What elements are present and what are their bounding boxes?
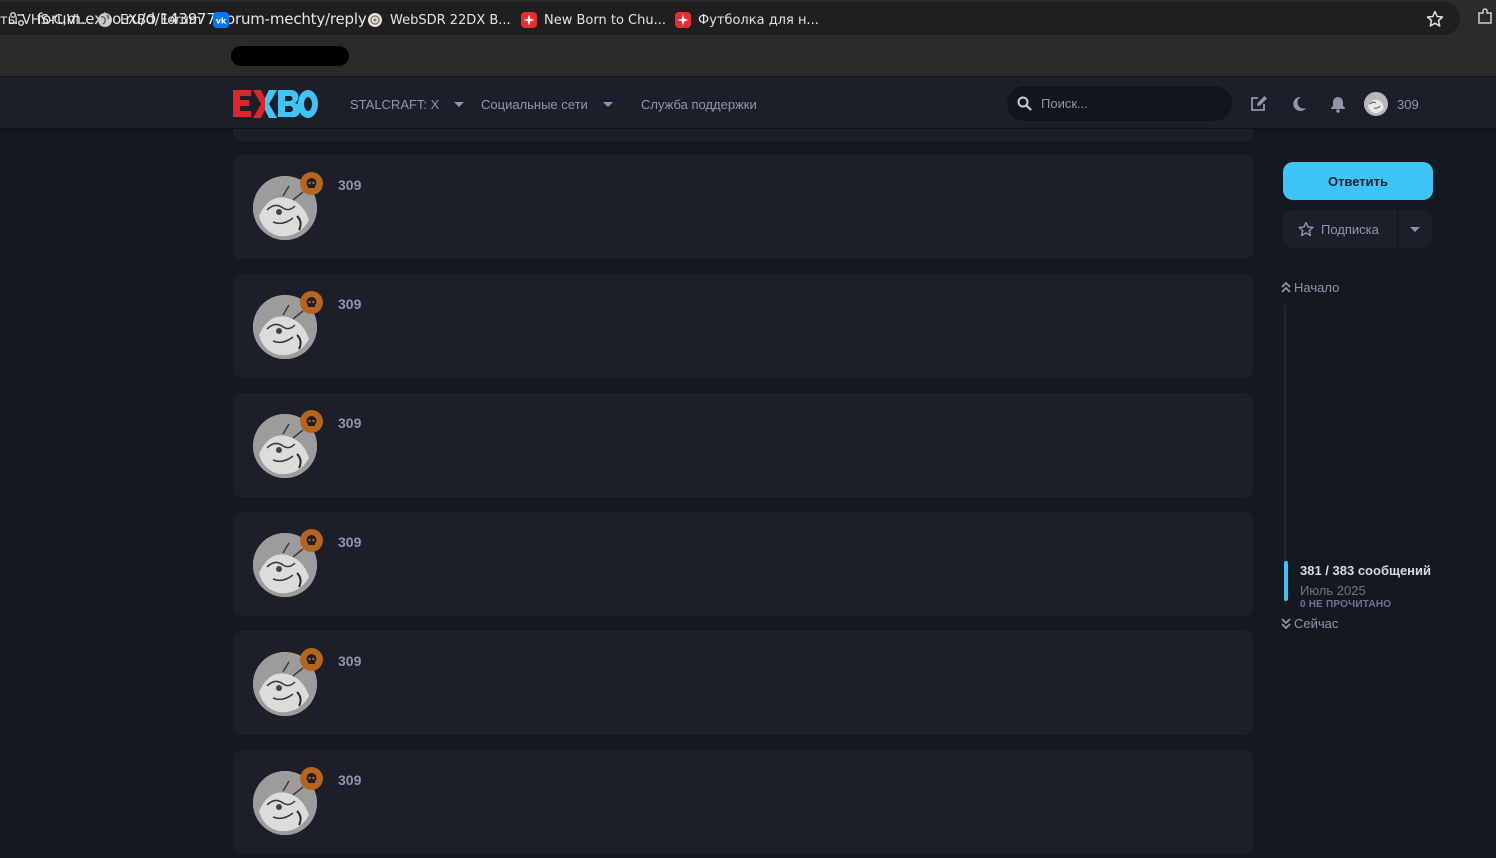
- nav-label: Служба поддержки: [641, 97, 757, 112]
- skull-icon: [306, 654, 317, 664]
- exbo-logo[interactable]: [232, 89, 322, 119]
- post-author[interactable]: 309: [338, 296, 361, 312]
- bookmark-star-icon[interactable]: [1426, 10, 1444, 28]
- chevron-down-icon: [454, 102, 465, 107]
- user-badge[interactable]: [300, 410, 323, 433]
- double-chevron-up-icon: [1281, 282, 1291, 293]
- post-card: 309: [233, 274, 1253, 378]
- reply-button[interactable]: Ответить: [1283, 162, 1433, 200]
- bookmark-websdr[interactable]: WebSDR 22DX B...: [367, 11, 511, 29]
- skull-icon: [306, 535, 317, 545]
- search-icon: [1017, 96, 1032, 111]
- user-badge[interactable]: [300, 172, 323, 195]
- nav-social[interactable]: Социальные сети: [481, 97, 613, 112]
- bookmark-label: New Born to Chu...: [544, 12, 666, 28]
- double-chevron-down-icon: [1281, 618, 1291, 629]
- scrubber-count: 381 / 383 сообщений: [1300, 563, 1432, 578]
- post-card: 309: [233, 393, 1253, 497]
- websdr-icon: [368, 13, 382, 27]
- skull-icon: [306, 416, 317, 426]
- avatar-image: [1364, 92, 1388, 116]
- post-card: 309: [233, 155, 1253, 259]
- moon-icon[interactable]: [1290, 95, 1308, 113]
- search-input[interactable]: [1041, 86, 1221, 121]
- nav-label: Социальные сети: [481, 97, 588, 112]
- user-avatar[interactable]: [1364, 92, 1388, 116]
- scrubber-start-link[interactable]: Начало: [1281, 280, 1339, 295]
- globe-icon: [98, 13, 112, 27]
- bookmark-label: ты VHS-C,Vi...: [0, 12, 92, 28]
- post-author[interactable]: 309: [338, 772, 361, 788]
- search-box[interactable]: [1007, 86, 1232, 121]
- header-username[interactable]: 309: [1397, 97, 1419, 112]
- redacted-bookmark: [231, 46, 349, 66]
- post-card: 309: [233, 750, 1253, 854]
- bookmark-label: EXBO Forum: [120, 12, 202, 28]
- svg-text:vk: vk: [216, 17, 227, 26]
- post-card: 309: [233, 631, 1253, 735]
- subscribe-label: Подписка: [1321, 221, 1379, 237]
- bookmark-label: Футболка для н...: [698, 12, 819, 28]
- nav-support[interactable]: Служба поддержки: [641, 97, 757, 112]
- post-author[interactable]: 309: [338, 653, 361, 669]
- subscribe-button[interactable]: Подписка: [1283, 210, 1397, 248]
- skull-icon: [306, 773, 317, 783]
- scrubber-handle[interactable]: [1284, 561, 1288, 601]
- scrubber-track[interactable]: [1284, 305, 1286, 605]
- bookmark-label: WebSDR 22DX B...: [390, 12, 511, 28]
- bookmark-vk[interactable]: vk: [213, 11, 236, 29]
- chevron-down-icon: [602, 102, 613, 107]
- subscribe-group: Подписка: [1283, 210, 1432, 248]
- user-badge[interactable]: [300, 291, 323, 314]
- post-card: 309: [233, 512, 1253, 616]
- scrubber-date: Июль 2025: [1300, 583, 1366, 598]
- subscribe-dropdown-button[interactable]: [1398, 210, 1432, 248]
- bell-icon[interactable]: [1329, 95, 1347, 113]
- nav-label: STALCRAFT: X: [350, 97, 440, 112]
- extensions-icon[interactable]: [1476, 8, 1494, 26]
- skull-icon: [306, 178, 317, 188]
- scrubber-unread: 0 НЕ ПРОЧИТАНО: [1300, 599, 1392, 610]
- forum-header: STALCRAFT: X Социальные сети Служба подд…: [0, 77, 1496, 129]
- vk-icon: vk: [213, 12, 229, 28]
- scrubber-now-label: Сейчас: [1294, 616, 1339, 631]
- aliexpress-icon: [675, 12, 691, 28]
- user-badge[interactable]: [300, 648, 323, 671]
- bookmark-vhs[interactable]: ты VHS-C,Vi...: [0, 11, 91, 29]
- bookmark-newborn[interactable]: New Born to Chu...: [521, 11, 666, 29]
- post-author[interactable]: 309: [338, 415, 361, 431]
- scrubber-now-link[interactable]: Сейчас: [1281, 616, 1338, 631]
- user-badge[interactable]: [300, 529, 323, 552]
- bookmark-exbo-forum[interactable]: EXBO Forum: [97, 11, 201, 29]
- bookmarks-bar: [0, 37, 1496, 77]
- post-author[interactable]: 309: [338, 534, 361, 550]
- post-author[interactable]: 309: [338, 177, 361, 193]
- skull-icon: [306, 297, 317, 307]
- chevron-down-icon: [1410, 226, 1420, 232]
- edit-icon[interactable]: [1250, 95, 1268, 113]
- star-icon: [1298, 221, 1314, 237]
- aliexpress-icon: [521, 12, 537, 28]
- bookmark-futbolka[interactable]: Футболка для н...: [675, 11, 819, 29]
- user-badge[interactable]: [300, 767, 323, 790]
- scrubber-start-label: Начало: [1294, 280, 1340, 295]
- nav-stalcraft[interactable]: STALCRAFT: X: [350, 97, 465, 112]
- post-card-partial: [233, 129, 1253, 141]
